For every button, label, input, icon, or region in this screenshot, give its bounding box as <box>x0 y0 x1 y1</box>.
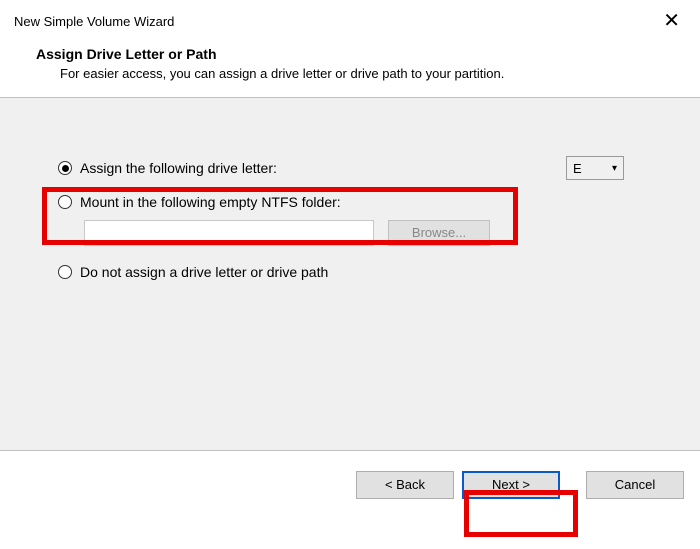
content-area: Assign the following drive letter: E ▾ M… <box>0 98 700 450</box>
mount-folder-controls: Browse... <box>40 220 660 246</box>
cancel-button[interactable]: Cancel <box>586 471 684 499</box>
option-mount-folder[interactable]: Mount in the following empty NTFS folder… <box>40 194 660 210</box>
window-title: New Simple Volume Wizard <box>14 14 174 29</box>
browse-button: Browse... <box>388 220 490 246</box>
page-subtitle: For easier access, you can assign a driv… <box>36 66 664 81</box>
next-button[interactable]: Next > <box>462 471 560 499</box>
page-title: Assign Drive Letter or Path <box>36 46 664 62</box>
titlebar: New Simple Volume Wizard ✕ <box>0 0 700 38</box>
folder-path-input[interactable] <box>84 220 374 246</box>
drive-letter-value: E <box>573 161 582 176</box>
option-assign-letter-label: Assign the following drive letter: <box>80 160 277 176</box>
wizard-header: Assign Drive Letter or Path For easier a… <box>0 38 700 97</box>
radio-assign-letter[interactable] <box>58 161 72 175</box>
radio-no-assign[interactable] <box>58 265 72 279</box>
option-no-assign[interactable]: Do not assign a drive letter or drive pa… <box>40 264 660 280</box>
close-icon[interactable]: ✕ <box>657 11 686 31</box>
radio-mount-folder[interactable] <box>58 195 72 209</box>
option-no-assign-label: Do not assign a drive letter or drive pa… <box>80 264 328 280</box>
back-button[interactable]: < Back <box>356 471 454 499</box>
option-assign-letter[interactable]: Assign the following drive letter: E ▾ <box>40 156 660 180</box>
option-mount-folder-label: Mount in the following empty NTFS folder… <box>80 194 341 210</box>
chevron-down-icon: ▾ <box>612 163 617 174</box>
wizard-footer: < Back Next > Cancel <box>0 450 700 518</box>
drive-letter-select[interactable]: E ▾ <box>566 156 624 180</box>
